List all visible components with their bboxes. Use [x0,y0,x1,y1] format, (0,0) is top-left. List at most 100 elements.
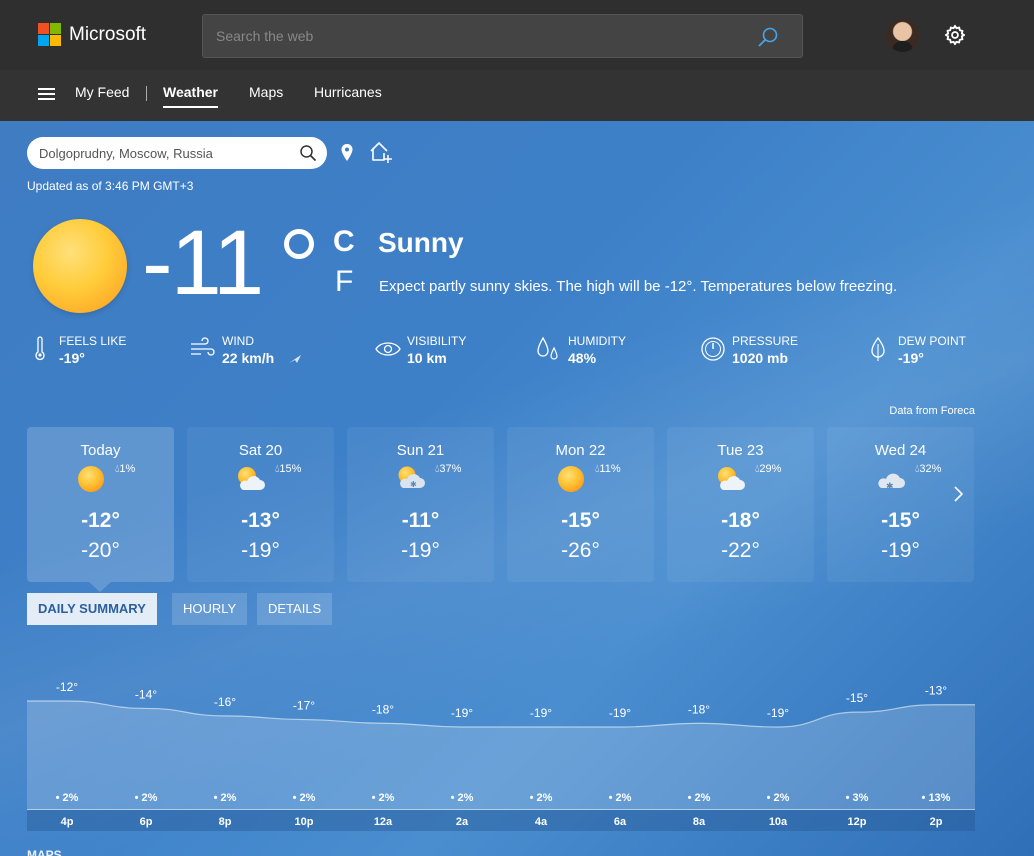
precip-value: 15% [279,463,302,475]
brand-name: Microsoft [69,23,147,45]
location-search-icon[interactable] [299,144,317,162]
hour-time-label: 4p [61,816,74,828]
wind-icon [191,337,215,356]
gauge-icon [701,337,725,361]
eye-icon [375,342,401,356]
hour-temp-label: -19° [451,706,473,720]
day-name: Sun 21 [396,442,445,459]
nav-hurricanes[interactable]: Hurricanes [314,84,382,100]
metric-value: 22 km/h [222,350,275,366]
updated-time: Updated as of 3:46 PM GMT+3 [27,179,194,193]
precip-value: 32% [919,463,942,475]
svg-text:✱: ✱ [410,480,417,489]
unit-fahrenheit-toggle[interactable]: F [335,265,353,299]
forecast-day-card[interactable]: Today 💧︎1% -12° -20° [27,427,174,592]
metric-label: PRESSURE [732,334,799,348]
hourly-chart-svg: -12° • 2% 4p -14° • 2% 6p -16° • 2% 8p -17° • 2% 10… [27,681,975,831]
precip-chance: 💧︎15% [275,463,301,476]
day-low: -19° [241,539,280,562]
day-high: -12° [81,509,120,532]
hamburger-menu-icon[interactable] [38,88,55,101]
location-input[interactable] [27,137,282,169]
forecast-day-card[interactable]: Sat 20 💧︎15% -13° -19° [187,427,334,582]
gear-icon[interactable] [944,24,966,46]
day-low: -19° [881,539,920,562]
tab-hourly[interactable]: HOURLY [172,593,248,625]
forecast-day-card[interactable]: Sun 21 ✱ 💧︎37% -11° -19° [347,427,494,582]
hour-precip-label: • 2% [767,792,790,804]
day-high: -11° [401,509,440,532]
search-icon[interactable] [756,25,780,49]
current-temperature: -11 [142,212,264,314]
avatar[interactable] [886,19,919,52]
condition-description: Expect partly sunny skies. The high will… [379,278,898,295]
hour-temp-label: -16° [214,695,236,709]
home-add-icon[interactable] [368,140,394,164]
forecast-day-card[interactable]: Mon 22 💧︎11% -15° -26° [507,427,654,582]
tab-details[interactable]: DETAILS [257,593,333,625]
precip-chance: 💧︎32% [915,463,941,476]
hour-temp-label: -13° [925,684,947,698]
precip-value: 29% [759,463,782,475]
nav-weather[interactable]: Weather [163,84,218,108]
web-search-box[interactable] [202,14,803,58]
hour-time-label: 10p [295,816,314,828]
nav-maps[interactable]: Maps [249,84,283,100]
sun-icon [78,466,104,492]
nav-bar: My Feed Weather Maps Hurricanes [0,70,1034,121]
metric-value: -19° [59,350,85,366]
tab-daily-summary[interactable]: DAILY SUMMARY [27,593,157,625]
forecast-day-card[interactable]: Wed 24 ✱ 💧︎32% -15° -19° [827,427,974,582]
hour-time-label: 6a [614,816,627,828]
hour-temp-label: -19° [767,706,789,720]
hour-precip-label: • 2% [451,792,474,804]
daily-forecast: Today 💧︎1% -12° -20° Sat 20 💧︎15% -13° -… [27,427,975,592]
microsoft-logo[interactable]: Microsoft [38,23,146,46]
temperature-area [27,701,975,809]
precip-value: 1% [119,463,136,475]
day-low: -26° [561,539,600,562]
day-name: Mon 22 [555,442,606,459]
humidity-icon [537,336,558,360]
hour-time-label: 8a [693,816,706,828]
hour-temp-label: -18° [372,702,394,716]
hour-temp-label: -19° [530,706,552,720]
day-high: -18° [721,509,760,532]
hour-precip-label: • 2% [530,792,553,804]
day-name: Sat 20 [238,442,283,459]
forecast-day-card[interactable]: Tue 23 💧︎29% -18° -22° [667,427,814,582]
hour-temp-label: -15° [846,691,868,705]
data-source[interactable]: Data from Foreca [889,405,975,417]
metric-label: FEELS LIKE [59,334,127,348]
nav-my-feed[interactable]: My Feed [75,84,129,100]
time-axis-bar [27,810,975,831]
hour-precip-label: • 2% [293,792,316,804]
chevron-right-icon[interactable] [950,484,966,504]
metric-value: 1020 mb [732,350,789,366]
location-search-box[interactable] [27,137,327,169]
day-low: -19° [401,539,440,562]
nav-separator [146,86,147,101]
day-low: -20° [81,539,120,562]
metric-label: DEW POINT [898,334,966,348]
partly-sunny-icon [718,467,745,490]
metric-label: WIND [222,334,254,348]
wind-direction-icon [289,355,301,363]
location-pin-icon[interactable] [339,143,355,163]
metric-value: -19° [898,350,924,366]
hour-temp-label: -19° [609,706,631,720]
day-high: -13° [241,509,280,532]
hour-time-label: 2a [456,816,469,828]
hour-precip-label: • 2% [609,792,632,804]
weather-main: Updated as of 3:46 PM GMT+3 -11 C F Sunn… [0,121,1034,856]
hour-time-label: 12a [374,816,393,828]
day-low: -22° [721,539,760,562]
unit-celsius-toggle[interactable]: C [333,225,355,259]
thermometer-icon [35,336,45,361]
degree-symbol [284,229,314,259]
hour-temp-label: -18° [688,702,710,716]
hour-precip-label: • 13% [922,792,951,804]
sun-icon [558,466,584,492]
hour-time-label: 2p [930,816,943,828]
web-search-input[interactable] [203,15,743,57]
